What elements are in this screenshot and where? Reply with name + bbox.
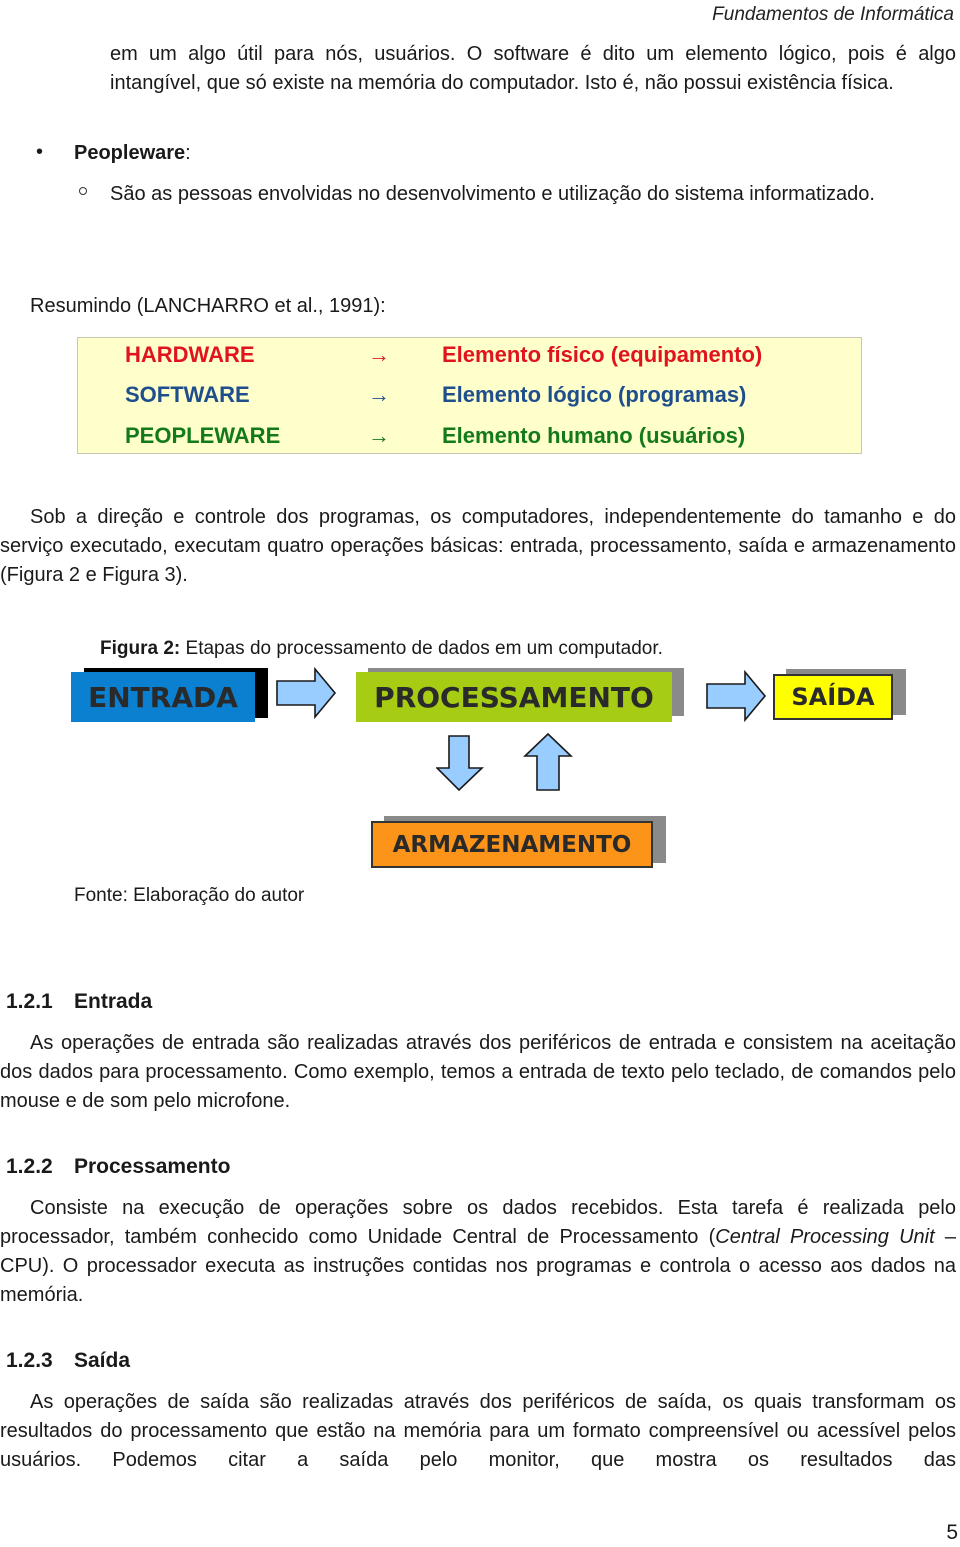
peopleware-colon: :: [185, 142, 191, 164]
summary-term: HARDWARE: [125, 342, 255, 367]
summary-description: Elemento físico (equipamento): [442, 342, 763, 367]
right-arrow-icon: →: [368, 382, 390, 407]
figure-caption: Figura 2: Etapas do processamento de dad…: [100, 634, 663, 663]
saida-shadow: [786, 669, 906, 715]
software-continuation-paragraph: em um algo útil para nós, usuários. O so…: [110, 43, 956, 94]
processamento-shadow: [368, 668, 684, 716]
arrow-entrada-to-processamento-icon: [276, 667, 337, 719]
processamento-box: PROCESSAMENTO: [356, 672, 672, 722]
page-number: 5: [946, 1521, 958, 1544]
figure-source: Fonte: Elaboração do autor: [74, 885, 305, 906]
section-title: Saída: [74, 1349, 131, 1372]
section-number: 1.2.2: [6, 1155, 53, 1178]
section-number: 1.2.1: [6, 990, 53, 1013]
hollow-circle-bullet-icon: [79, 187, 87, 195]
peopleware-bullet: Peopleware:: [74, 139, 191, 168]
processamento-label: PROCESSAMENTO: [374, 680, 654, 714]
bullet-icon: •: [36, 141, 44, 163]
armazenamento-box: ARMAZENAMENTO: [371, 821, 653, 868]
saida-label: SAÍDA: [791, 683, 875, 711]
running-header: Fundamentos de Informática: [712, 4, 954, 25]
arrow-down-to-armazenamento-icon: [436, 735, 484, 792]
figure-label: Figura 2:: [100, 638, 181, 659]
entrada-shadow: [84, 668, 268, 718]
summary-term: PEOPLEWARE: [125, 423, 281, 448]
saida-box: SAÍDA: [773, 674, 893, 720]
summary-lead: Resumindo (LANCHARRO et al., 1991):: [30, 295, 386, 317]
entrada-label: ENTRADA: [88, 680, 238, 714]
section-processamento-paragraph: Consiste na execução de operações sobre …: [0, 1194, 956, 1310]
armazenamento-label: ARMAZENAMENTO: [392, 831, 632, 858]
arrow-processamento-to-saida-icon: [706, 670, 767, 722]
section-number: 1.2.3: [6, 1349, 53, 1372]
right-arrow-icon: →: [368, 423, 390, 448]
summary-description: Elemento humano (usuários): [442, 423, 746, 448]
section-entrada-paragraph: As operações de entrada são realizadas a…: [0, 1032, 956, 1112]
entrada-box: ENTRADA: [71, 672, 255, 722]
summary-term: SOFTWARE: [125, 382, 250, 407]
paragraph-italic-text: Central Processing Unit: [715, 1226, 935, 1248]
figure-caption-text: Etapas do processamento de dados em um c…: [185, 638, 663, 659]
peopleware-term: Peopleware: [74, 142, 186, 164]
section-title: Processamento: [74, 1155, 231, 1178]
peopleware-definition: São as pessoas envolvidas no desenvolvim…: [110, 183, 875, 205]
section-heading-processamento: 1.2.2 Processamento: [6, 1152, 230, 1181]
summary-table: HARDWARE → Elemento físico (equipamento)…: [77, 337, 862, 454]
section-heading-saida: 1.2.3 Saída: [6, 1346, 130, 1375]
summary-description: Elemento lógico (programas): [442, 382, 747, 407]
right-arrow-icon: →: [368, 342, 390, 367]
section-title: Entrada: [74, 990, 153, 1013]
armazenamento-shadow: [384, 816, 666, 863]
section-heading-entrada: 1.2.1 Entrada: [6, 987, 152, 1016]
arrow-up-to-processamento-icon: [523, 732, 573, 791]
operations-paragraph: Sob a direção e controle dos programas, …: [0, 506, 956, 586]
section-saida-paragraph: As operações de saída são realizadas atr…: [0, 1391, 956, 1471]
